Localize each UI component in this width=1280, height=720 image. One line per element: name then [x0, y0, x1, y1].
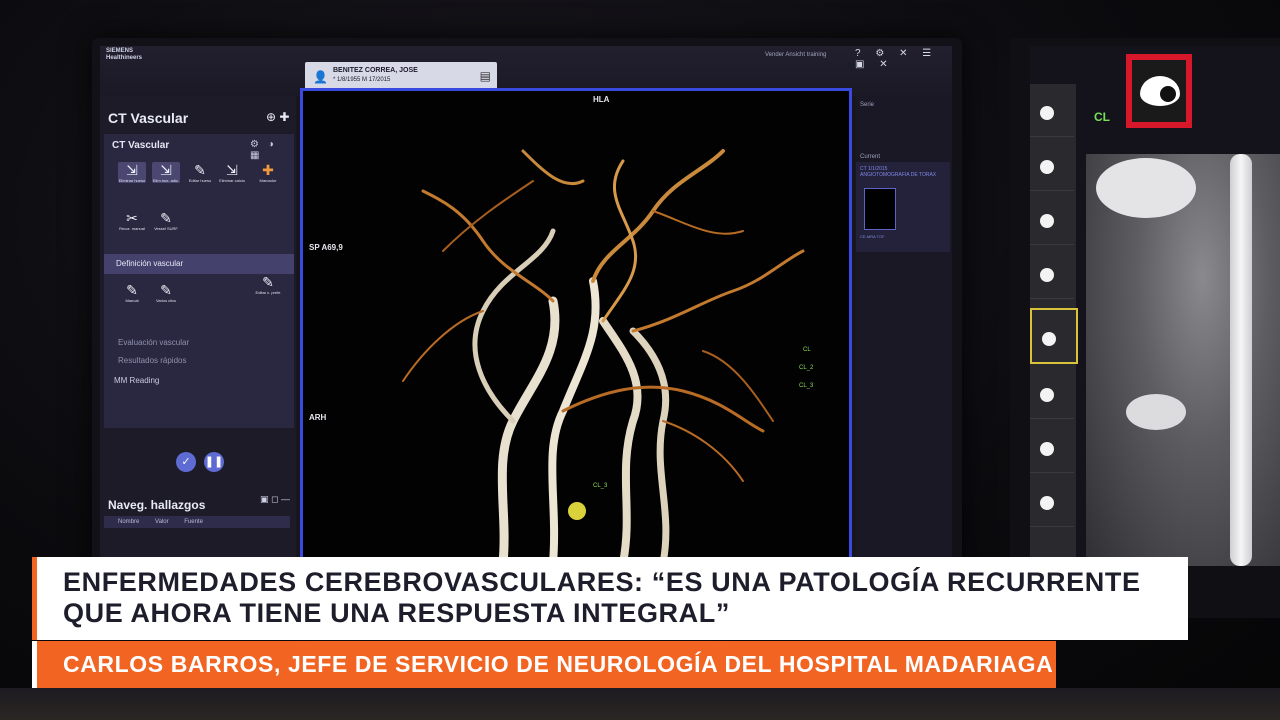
panel-title: CT Vascular	[108, 110, 189, 126]
series-card[interactable]: CT 1/1/2015 ANGIOTOMOGRAFIA DE TORAX CE-…	[856, 162, 950, 252]
lower-third-subline-box: CARLOS BARROS, JEFE DE SERVICIO DE NEURO…	[32, 641, 1056, 688]
tool-elim-hueso-adic[interactable]: ⇲ Elim.hue. adic.	[152, 162, 180, 183]
marker-label[interactable]: CL_3	[593, 483, 607, 489]
current-label: Current	[860, 154, 881, 160]
3d-vessel-viewport[interactable]: HLA SP A69,9 ARH CL CL_2 CL_3 CL_3	[300, 88, 852, 566]
ct-thumb[interactable]	[1030, 366, 1074, 419]
findings-table-header: Nombre Valor Fuente	[104, 516, 290, 528]
tool-recorte-manual[interactable]: ✂ Recor. manual	[118, 210, 146, 231]
label-left-mid: SP A69,9	[309, 243, 343, 252]
col-valor[interactable]: Valor	[155, 516, 169, 528]
centerline-1[interactable]: CL	[803, 347, 811, 353]
topbar-tools[interactable]: Vender Ansicht training	[765, 52, 826, 58]
window-buttons[interactable]: ? ⚙ ✕ ☰ ▣ ✕	[855, 48, 952, 70]
vessel-rendering	[402, 149, 805, 563]
centerline-3[interactable]: CL_3	[799, 383, 813, 389]
series-panel: Serie Current CT 1/1/2015 ANGIOTOMOGRAFI…	[856, 96, 952, 566]
action-buttons: ✓ ❚❚	[176, 452, 232, 472]
tool-vessel-surf[interactable]: ✎ Vessel SURF	[152, 210, 180, 231]
tool-varios-clics[interactable]: ✎ Varios clics	[152, 282, 180, 303]
ct-thumbnail-strip	[1030, 84, 1078, 566]
row-evaluacion-vascular[interactable]: Evaluación vascular	[118, 338, 189, 347]
channel-logo	[1126, 54, 1192, 128]
patient-name: BENITEZ CORREA, JOSE	[333, 67, 418, 74]
series-card-title: CT 1/1/2015 ANGIOTOMOGRAFIA DE TORAX	[860, 166, 937, 178]
box-title: CT Vascular	[112, 140, 170, 151]
subline: CARLOS BARROS, JEFE DE SERVICIO DE NEURO…	[63, 651, 1054, 677]
ct-thumb-selected[interactable]	[1030, 308, 1078, 364]
cl-label: CL	[1094, 110, 1110, 124]
ct-vascular-box: CT Vascular ⚙ ◑ ▦ ⇲ Eliminar hueso ⇲ Elim.…	[104, 134, 294, 428]
desk	[0, 688, 1280, 720]
headline: ENFERMEDADES CEREBROVASCULARES: “ES UNA …	[63, 567, 1141, 628]
section-definicion-vascular[interactable]: Definición vascular	[104, 254, 294, 274]
confirm-check-icon[interactable]: ✓	[176, 452, 196, 472]
col-nombre[interactable]: Nombre	[118, 516, 139, 528]
tool-eliminar-hueso[interactable]: ⇲ Eliminar hueso	[118, 162, 146, 183]
ct-thumb[interactable]	[1030, 474, 1074, 527]
patient-id: * 1/8/1955 M 17/2015	[333, 77, 391, 83]
col-fuente[interactable]: Fuente	[184, 516, 203, 528]
centerline-2[interactable]: CL_2	[799, 365, 813, 371]
navigator-tools-icon[interactable]: ▣ ◻ —	[260, 494, 290, 505]
gear-icon[interactable]: ⚙ ◑ ▦	[250, 139, 294, 161]
row-resultados-rapidos[interactable]: Resultados rápidos	[118, 356, 186, 365]
lower-third-headline-box: ENFERMEDADES CEREBROVASCULARES: “ES UNA …	[32, 557, 1188, 640]
ct-thumb[interactable]	[1030, 84, 1074, 137]
tool-marcador[interactable]: ✚ Marcador	[254, 162, 282, 183]
findings-navigator-title: Naveg. hallazgos	[108, 498, 206, 512]
person-icon: 👤	[313, 70, 328, 84]
panel-search-icon[interactable]: ⊕ ✚	[266, 110, 289, 124]
label-left-low: ARH	[309, 413, 327, 422]
row-mm-reading[interactable]: MM Reading	[114, 376, 159, 385]
left-screen: SIEMENS Healthineers Vender Ansicht trai…	[100, 46, 952, 566]
label-top: HLA	[593, 95, 610, 104]
tool-editar-hueso[interactable]: ✎ Editar hueso	[186, 162, 214, 183]
series-thumbnail[interactable]	[864, 188, 896, 230]
ct-thumb[interactable]	[1030, 246, 1074, 299]
ct-curved-reformat[interactable]	[1086, 154, 1280, 566]
brand-logo: SIEMENS Healthineers	[106, 48, 143, 61]
workflow-panel: CT Vascular ⊕ ✚ CT Vascular ⚙ ◑ ▦ ⇲ Elimi…	[100, 96, 296, 566]
ct-thumb[interactable]	[1030, 138, 1074, 191]
ct-thumb[interactable]	[1030, 192, 1074, 245]
patient-menu-icon[interactable]: ▤	[480, 69, 491, 83]
series-label: Serie	[860, 102, 875, 108]
ct-thumb[interactable]	[1030, 420, 1074, 473]
tool-editar-c-prefe[interactable]: ✎ Editar c. prefe	[254, 274, 282, 295]
pause-icon[interactable]: ❚❚	[204, 452, 224, 472]
tool-eliminar-calcio[interactable]: ⇲ Eliminar calcio	[218, 162, 246, 183]
series-caption: CE-MRA TOF	[860, 234, 885, 239]
tool-manual[interactable]: ✎ Manual	[118, 282, 146, 303]
